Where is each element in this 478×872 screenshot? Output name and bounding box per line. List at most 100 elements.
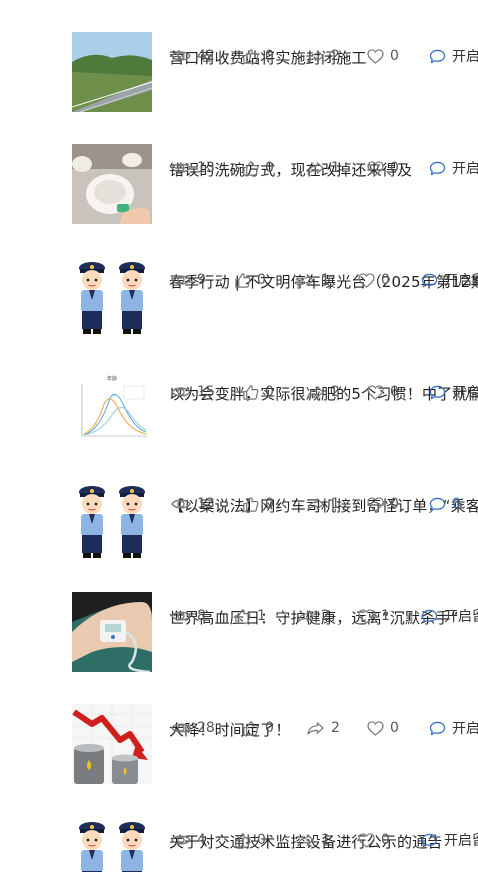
share-count: 2 xyxy=(331,720,340,736)
comment-button[interactable]: 开启留言 xyxy=(421,270,478,290)
comment-status: 开启留言 xyxy=(452,385,478,401)
comment-status: 开启留言 xyxy=(452,49,478,65)
shares-stat[interactable]: 2 xyxy=(306,718,340,738)
comment-status: 开启留言 xyxy=(452,721,478,737)
share-icon xyxy=(306,49,325,64)
shares-stat[interactable]: 2 xyxy=(296,606,330,626)
article-item[interactable]: 大降！时间定了！28020开启留言 xyxy=(0,632,478,784)
heart-icon xyxy=(367,385,384,400)
views-stat: 13 xyxy=(171,158,215,178)
comment-status: 开启留言 xyxy=(444,273,478,289)
views-stat: 9 xyxy=(171,270,206,290)
article-item[interactable]: 年龄以为会变胖，实际很减肥的5个习惯！中了就偷着乐15020开启留言 xyxy=(0,296,478,448)
like-count: 0 xyxy=(265,496,274,512)
share-icon xyxy=(296,609,315,624)
shares-stat[interactable]: 1 xyxy=(296,830,330,850)
article-item[interactable]: 世界高血压日：守护健康，远离“沉默杀手”8121开启留言 xyxy=(0,520,478,672)
comment-button[interactable]: 0 xyxy=(429,494,461,514)
comment-button[interactable]: 开启留言 xyxy=(421,606,478,626)
favorites-stat[interactable]: 0 xyxy=(367,494,399,514)
view-count: 28 xyxy=(197,720,215,736)
share-icon xyxy=(296,273,315,288)
favorites-stat[interactable]: 0 xyxy=(367,382,399,402)
likes-stat[interactable]: 1 xyxy=(234,606,266,626)
comment-icon xyxy=(429,721,446,736)
likes-stat[interactable]: 0 xyxy=(242,494,274,514)
view-count: 42 xyxy=(197,48,215,64)
comment-icon xyxy=(429,161,446,176)
likes-stat[interactable]: 0 xyxy=(242,158,274,178)
favorites-stat[interactable]: 0 xyxy=(358,270,390,290)
comment-button[interactable]: 开启留言 xyxy=(429,46,478,66)
share-icon xyxy=(306,497,325,512)
article-thumbnail[interactable] xyxy=(72,816,152,872)
favorites-stat[interactable]: 0 xyxy=(367,158,399,178)
favorite-count: 0 xyxy=(390,48,399,64)
favorite-count: 0 xyxy=(390,720,399,736)
favorite-count: 1 xyxy=(381,608,390,624)
views-stat: 8 xyxy=(171,606,206,626)
likes-stat[interactable]: 0 xyxy=(234,270,266,290)
shares-stat[interactable]: 2 xyxy=(306,46,340,66)
like-count: 0 xyxy=(265,160,274,176)
favorite-count: 0 xyxy=(381,272,390,288)
views-stat: 4 xyxy=(171,830,206,850)
share-count: 2 xyxy=(321,608,330,624)
like-icon xyxy=(242,48,259,65)
share-count: 1 xyxy=(321,272,330,288)
favorite-count: 0 xyxy=(390,160,399,176)
share-icon xyxy=(306,161,325,176)
favorite-count: 0 xyxy=(390,496,399,512)
views-stat: 28 xyxy=(171,718,215,738)
heart-icon xyxy=(367,161,384,176)
shares-stat[interactable]: 1 xyxy=(296,270,330,290)
views-stat: 42 xyxy=(171,46,215,66)
share-count: 2 xyxy=(331,48,340,64)
like-count: 0 xyxy=(265,48,274,64)
heart-icon xyxy=(358,273,375,288)
views-stat: 13 xyxy=(171,494,215,514)
comment-button[interactable]: 开启留言 xyxy=(421,830,478,850)
shares-stat[interactable]: 1 xyxy=(306,158,340,178)
favorites-stat[interactable]: 0 xyxy=(367,46,399,66)
comment-icon xyxy=(421,609,438,624)
article-item[interactable]: 【以案说法】网约车司机接到奇怪订单，“乘客”竟是…130100 xyxy=(0,408,478,560)
favorites-stat[interactable]: 0 xyxy=(358,830,390,850)
views-icon xyxy=(171,609,191,623)
shares-stat[interactable]: 2 xyxy=(306,382,340,402)
view-count: 4 xyxy=(197,832,206,848)
favorites-stat[interactable]: 1 xyxy=(358,606,390,626)
favorites-stat[interactable]: 0 xyxy=(367,718,399,738)
thumb-chart-title: 年龄 xyxy=(107,375,117,382)
like-count: 0 xyxy=(257,832,266,848)
comment-status: 开启留言 xyxy=(452,161,478,177)
share-count: 1 xyxy=(331,160,340,176)
like-count: 0 xyxy=(265,720,274,736)
likes-stat[interactable]: 0 xyxy=(242,382,274,402)
article-feed: 营口南收费站将实施封闭施工42020开启留言错误的洗碗方式，现在改掉还来得及13… xyxy=(0,0,478,872)
heart-icon xyxy=(367,721,384,736)
shares-stat[interactable]: 1 xyxy=(306,494,340,514)
share-count: 1 xyxy=(331,496,340,512)
article-item[interactable]: 春季行动 | 不文明停车曝光台（2025年第12期）9010开启留言 xyxy=(0,184,478,336)
article-item[interactable]: 关于对交通技术监控设备进行公示的通告4010开启留言 xyxy=(0,744,478,872)
like-icon xyxy=(242,720,259,737)
comment-button[interactable]: 开启留言 xyxy=(429,382,478,402)
likes-stat[interactable]: 0 xyxy=(242,46,274,66)
view-count: 8 xyxy=(197,608,206,624)
heart-icon xyxy=(367,49,384,64)
views-icon xyxy=(171,497,191,511)
article-item[interactable]: 错误的洗碗方式，现在改掉还来得及13010开启留言 xyxy=(0,72,478,224)
article-item[interactable]: 营口南收费站将实施封闭施工42020开启留言 xyxy=(0,0,478,112)
likes-stat[interactable]: 0 xyxy=(242,718,274,738)
comment-button[interactable]: 开启留言 xyxy=(429,718,478,738)
comment-button[interactable]: 开启留言 xyxy=(429,158,478,178)
view-count: 9 xyxy=(197,272,206,288)
views-icon xyxy=(171,385,191,399)
comment-status: 0 xyxy=(452,496,461,512)
like-icon xyxy=(242,384,259,401)
favorite-count: 0 xyxy=(381,832,390,848)
like-icon xyxy=(234,608,251,625)
likes-stat[interactable]: 0 xyxy=(234,830,266,850)
comment-status: 开启留言 xyxy=(444,833,478,849)
